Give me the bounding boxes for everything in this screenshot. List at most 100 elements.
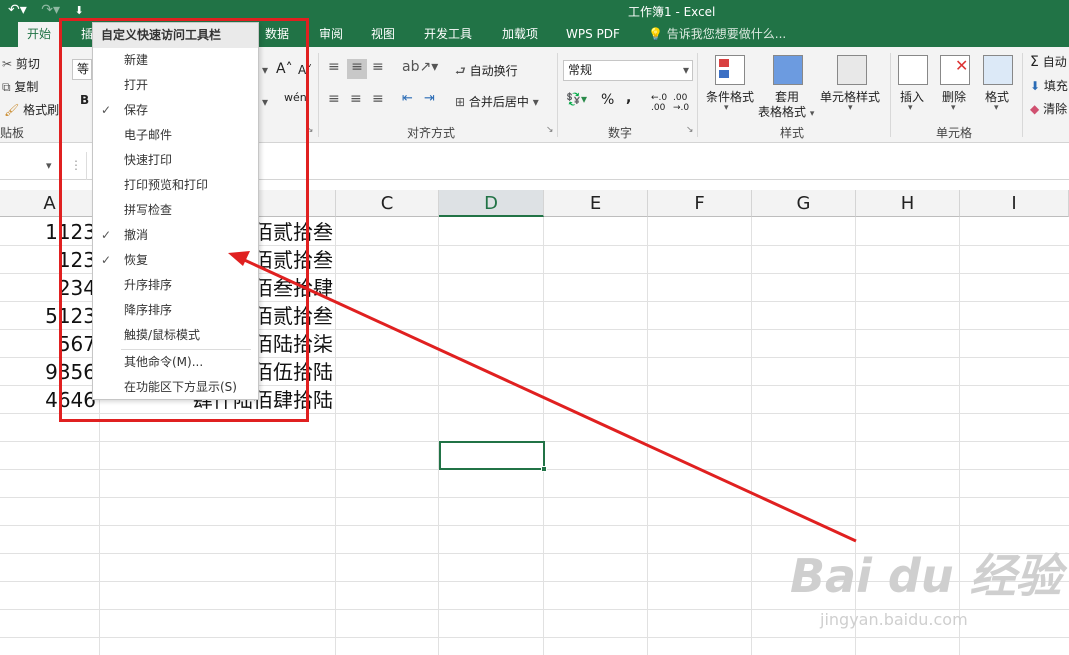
phonetic-icon[interactable]: wén [284, 91, 307, 104]
column-header-c[interactable]: C [336, 190, 439, 217]
styles-group-label: 样式 [780, 126, 805, 140]
menu-item-redo[interactable]: ✓ 恢复 [93, 248, 258, 273]
undo-icon[interactable]: ↶▾ [8, 2, 27, 18]
paintbrush-icon: 🖌 [4, 103, 20, 117]
menu-item-save[interactable]: ✓ 保存 [93, 98, 258, 123]
comma-button[interactable]: , [626, 90, 631, 106]
chevron-down-icon[interactable]: ▾ [724, 103, 729, 113]
menu-item-print-preview[interactable]: 打印预览和打印 [93, 173, 258, 198]
column-header-a[interactable]: A [0, 190, 100, 217]
cut-button[interactable]: ✂ 剪切 [2, 55, 40, 72]
font-dialog-launcher-icon[interactable]: ↘ [306, 125, 314, 135]
format-cells-icon [983, 55, 1013, 85]
tab-addins[interactable]: 加载项 [493, 22, 547, 47]
cell-a6[interactable]: 9356 [40, 358, 96, 386]
menu-item-open[interactable]: 打开 [93, 73, 258, 98]
cell-styles-icon [837, 55, 867, 85]
currency-icon[interactable]: 💱▾ [566, 92, 587, 106]
column-header-d[interactable]: D [439, 190, 544, 217]
merge-center-button[interactable]: ⊞ 合并后居中 ▾ [455, 93, 539, 110]
percent-button[interactable]: % [601, 92, 614, 108]
quick-access-toolbar: ↶▾ ↷▾ ⬇ [8, 2, 94, 18]
baidu-watermark: Bai du 经验 jingyan.baidu.com [790, 540, 1062, 629]
redo-icon[interactable]: ↷▾ [41, 2, 60, 18]
cell-a1[interactable]: 1123 [40, 218, 96, 246]
fill-button[interactable]: ⬇ 填充 [1030, 77, 1068, 94]
menu-item-quick-print[interactable]: 快速打印 [93, 148, 258, 173]
font-color-dropdown-icon[interactable]: ▾ [262, 95, 268, 109]
fill-handle[interactable] [541, 466, 547, 472]
column-header-g[interactable]: G [752, 190, 856, 217]
chevron-down-icon: ▾ [46, 159, 52, 172]
autosum-button[interactable]: Σ 自动 [1030, 53, 1067, 70]
orientation-icon[interactable]: ab↗▾ [402, 59, 438, 75]
column-header-i[interactable]: I [960, 190, 1069, 217]
column-header-f[interactable]: F [648, 190, 752, 217]
increase-indent-icon[interactable]: ⇥ [424, 91, 435, 106]
chevron-down-icon[interactable]: ▾ [908, 103, 913, 113]
title-bar: ↶▾ ↷▾ ⬇ 工作簿1 - Excel [0, 0, 1069, 22]
tab-wps-pdf[interactable]: WPS PDF [557, 22, 629, 47]
active-cell-d10[interactable] [439, 441, 547, 472]
chevron-down-icon[interactable]: ▾ [848, 103, 853, 113]
name-box[interactable]: ▾ [0, 155, 62, 177]
copy-button[interactable]: ⧉ 复制 [2, 78, 38, 95]
chevron-down-icon[interactable]: ▾ [994, 103, 999, 113]
cell-a2[interactable]: 123 [40, 246, 96, 274]
font-name-combo[interactable]: 等 [72, 59, 92, 80]
align-middle-icon[interactable]: ≡ [347, 59, 367, 79]
menu-item-sort-descending[interactable]: 降序排序 [93, 298, 258, 323]
tab-data[interactable]: 数据 [256, 22, 298, 47]
cell-a7[interactable]: 4646 [40, 386, 96, 414]
cell-a3[interactable]: 234 [40, 274, 96, 302]
number-group-label: 数字 [608, 126, 633, 140]
number-dialog-launcher-icon[interactable]: ↘ [686, 125, 694, 135]
clear-button[interactable]: ◆ 清除 [1030, 100, 1067, 117]
decrease-indent-icon[interactable]: ⇤ [402, 91, 413, 106]
font-size-dropdown-icon[interactable]: ▾ [262, 63, 268, 77]
menu-item-email[interactable]: 电子邮件 [93, 123, 258, 148]
conditional-format-button[interactable]: 条件格式 [706, 88, 754, 105]
wrap-text-button[interactable]: ⮐ 自动换行 [455, 62, 518, 83]
customize-qat-icon[interactable]: ⬇ [74, 4, 83, 17]
format-table-button[interactable]: 表格格式 ▾ [758, 103, 814, 120]
increase-font-icon[interactable]: A˄ [276, 61, 293, 77]
menu-item-new[interactable]: 新建 [93, 48, 258, 73]
tab-developer[interactable]: 开发工具 [415, 22, 481, 47]
align-left-icon[interactable]: ≡ [328, 91, 340, 107]
insert-cells-icon [898, 55, 928, 85]
decrease-font-icon[interactable]: A˅ [298, 63, 312, 77]
cell-a5[interactable]: 567 [40, 330, 96, 358]
menu-item-show-below-ribbon[interactable]: 在功能区下方显示(S) [93, 375, 258, 400]
column-header-e[interactable]: E [544, 190, 648, 217]
chevron-down-icon[interactable]: ▾ [951, 103, 956, 113]
tab-view[interactable]: 视图 [362, 22, 404, 47]
menu-item-undo[interactable]: ✓ 撤消 [93, 223, 258, 248]
menu-item-sort-ascending[interactable]: 升序排序 [93, 273, 258, 298]
window-title: 工作簿1 - Excel [628, 5, 716, 19]
conditional-format-icon [715, 55, 745, 85]
cells-group-label: 单元格 [936, 126, 973, 140]
customize-qat-menu: 自定义快速访问工具栏 新建 打开 ✓ 保存 电子邮件 快速打印 打印预览和打印 拼… [92, 22, 259, 400]
menu-item-more-commands[interactable]: 其他命令(M)... [93, 350, 258, 375]
decrease-decimal-icon[interactable]: .00 →.0 [673, 93, 689, 113]
tab-review[interactable]: 审阅 [310, 22, 352, 47]
column-header-h[interactable]: H [856, 190, 960, 217]
align-top-icon[interactable]: ≡ [328, 59, 340, 75]
format-painter-button[interactable]: 🖌 格式刷 [4, 101, 59, 118]
alignment-dialog-launcher-icon[interactable]: ↘ [546, 125, 554, 135]
formula-bar-grip-icon[interactable]: ⋮ [70, 158, 82, 172]
increase-decimal-icon[interactable]: ←.0.00 [651, 93, 667, 113]
menu-item-spelling[interactable]: 拼写检查 [93, 198, 258, 223]
align-center-icon[interactable]: ≡ [350, 91, 362, 107]
menu-item-touch-mode[interactable]: 触摸/鼠标模式 [93, 323, 258, 348]
bold-button[interactable]: B [80, 93, 89, 107]
cell-a4[interactable]: 5123 [40, 302, 96, 330]
eraser-icon: ◆ [1030, 102, 1040, 116]
tell-me-box[interactable]: 💡 告诉我您想要做什么... [648, 22, 786, 47]
align-right-icon[interactable]: ≡ [372, 91, 384, 107]
number-format-combo[interactable]: 常规 ▾ [563, 60, 693, 81]
tab-home[interactable]: 开始 [18, 22, 61, 47]
align-bottom-icon[interactable]: ≡ [372, 59, 384, 75]
merge-icon: ⊞ [455, 95, 466, 109]
